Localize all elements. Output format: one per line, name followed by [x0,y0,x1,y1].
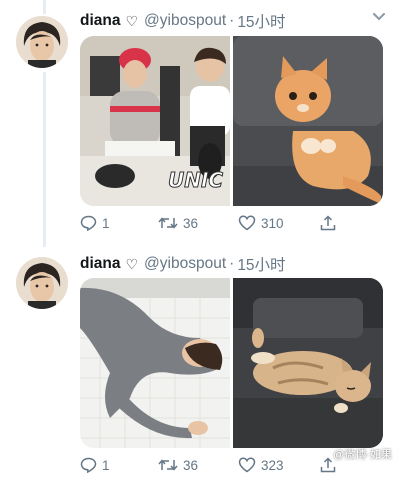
media-grid: UNIC [80,36,383,206]
retweet-icon [158,217,178,229]
retweet-button[interactable]: 36 [158,216,198,231]
reply-icon [80,215,97,231]
heart-icon [238,215,256,231]
heart-icon [238,457,256,473]
media-caption: UNIC [167,168,224,193]
separator-dot: · [229,12,235,29]
retweet-count: 36 [183,215,199,231]
tweet-header: diana ♡ @yibospout · 15小时 [80,253,286,275]
avatar[interactable] [16,16,68,68]
tweet-actions: 1 36 310 [80,213,380,233]
reply-count: 1 [102,215,110,231]
tweet[interactable]: diana ♡ @yibospout · 15小时 [0,0,400,245]
heart-emoji-icon: ♡ [125,255,139,272]
separator-dot: · [229,255,235,272]
like-count: 323 [261,457,284,473]
tweet-header: diana ♡ @yibospout · 15小时 [80,10,286,32]
retweet-icon [158,459,178,471]
user-handle[interactable]: @yibospout [144,255,226,273]
retweet-count: 36 [183,457,199,473]
reply-button[interactable]: 1 [80,215,110,231]
like-count: 310 [261,215,284,231]
user-handle[interactable]: @yibospout [144,12,226,30]
heart-emoji-icon: ♡ [125,12,139,29]
reply-count: 1 [102,457,110,473]
media-photo-people[interactable]: UNIC [80,36,230,206]
media-photo-lying-person[interactable] [80,278,230,448]
like-button[interactable]: 323 [238,457,284,473]
like-button[interactable]: 310 [238,215,284,231]
share-button[interactable] [320,215,341,231]
timestamp[interactable]: 15小时 [237,253,285,275]
chevron-down-icon[interactable] [372,12,386,22]
display-name[interactable]: diana [80,12,120,30]
timestamp[interactable]: 15小时 [237,10,285,32]
avatar[interactable] [16,257,68,309]
reply-button[interactable]: 1 [80,457,110,473]
retweet-button[interactable]: 36 [158,458,198,473]
media-photo-kitten[interactable] [233,36,383,206]
share-icon [320,215,336,231]
media-grid [80,278,383,448]
watermark: @微博·如果 [333,449,392,461]
reply-icon [80,457,97,473]
media-photo-kitten-lying[interactable] [233,278,383,448]
display-name[interactable]: diana [80,255,120,273]
